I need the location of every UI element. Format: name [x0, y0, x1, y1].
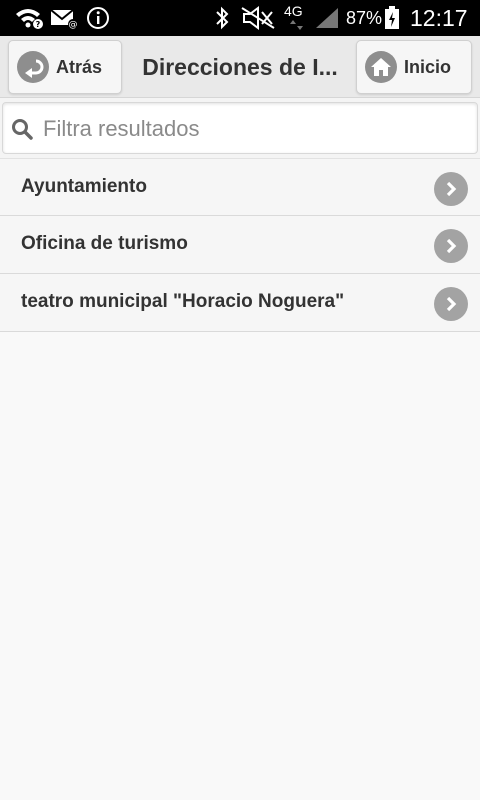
back-button-label: Atrás	[56, 56, 103, 77]
results-list: Ayuntamiento Oficina de turismo teatro m…	[0, 158, 480, 332]
search-bar	[0, 98, 480, 158]
chevron-right-icon	[434, 229, 468, 263]
battery-percent: 87%	[346, 8, 383, 28]
list-item[interactable]: Ayuntamiento	[0, 158, 480, 216]
network-type: 4G	[284, 3, 303, 19]
search-input[interactable]	[43, 109, 463, 149]
back-arrow-icon	[17, 51, 49, 83]
clock: 12:17	[410, 5, 468, 31]
signal-icon	[316, 8, 338, 28]
back-button[interactable]: Atrás	[8, 40, 122, 94]
page-title: Direcciones de I...	[142, 54, 338, 80]
info-icon	[87, 7, 109, 29]
list-item[interactable]: Oficina de turismo	[0, 216, 480, 274]
status-bar: ? @ 4G 87% 12:17	[0, 0, 480, 36]
chevron-right-icon	[434, 172, 468, 206]
search-icon	[12, 119, 33, 140]
mail-icon: @	[50, 9, 78, 30]
header-bar: Atrás Direcciones de I... Inicio	[0, 36, 480, 98]
list-item[interactable]: teatro municipal "Horacio Noguera"	[0, 274, 480, 332]
data-arrows-icon	[290, 20, 303, 30]
bluetooth-icon	[216, 6, 229, 30]
wifi-icon: ?	[16, 9, 43, 29]
home-button-label: Inicio	[404, 56, 452, 77]
mute-icon	[241, 6, 275, 30]
svg-text:?: ?	[36, 20, 41, 29]
search-box[interactable]	[2, 102, 478, 154]
chevron-right-icon	[434, 287, 468, 321]
list-item-label: Oficina de turismo	[21, 233, 188, 254]
list-item-label: Ayuntamiento	[21, 176, 147, 197]
svg-text:@: @	[69, 20, 78, 30]
list-item-label: teatro municipal "Horacio Noguera"	[21, 291, 345, 312]
home-icon	[365, 51, 397, 83]
home-button[interactable]: Inicio	[356, 40, 472, 94]
battery-icon	[385, 6, 399, 29]
